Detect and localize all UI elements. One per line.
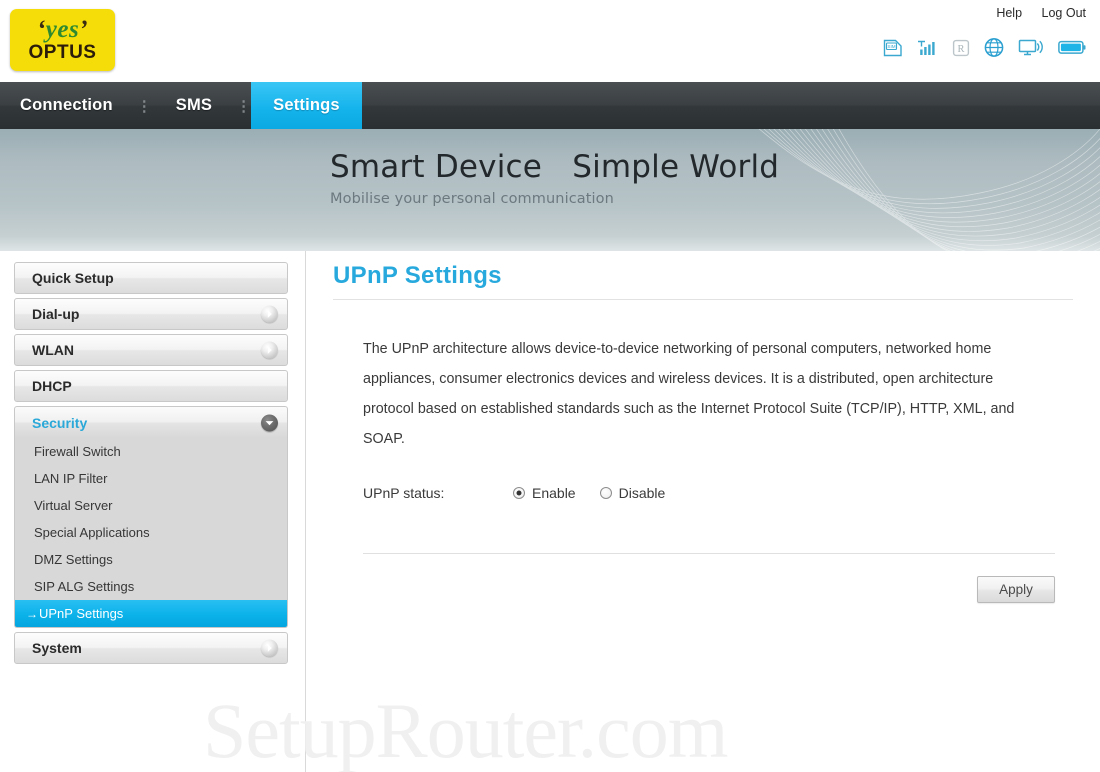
settings-sidebar: Quick Setup Dial-up WLAN DHCP Security F… [14,262,288,668]
banner-title: Smart Device Simple World [330,149,780,185]
radio-enable-input[interactable] [513,487,525,499]
sidebar-item-label: Dial-up [32,306,80,322]
logo-quote-close: ’ [79,16,89,44]
security-submenu: Firewall Switch LAN IP Filter Virtual Se… [14,438,288,628]
main-navigation: Connection ⋮ SMS ⋮ Settings [0,82,1100,129]
globe-internet-icon [983,37,1005,58]
form-divider [363,553,1055,554]
banner-text-block: Smart Device Simple World Mobilise your … [330,149,779,207]
chevron-right-icon [261,305,278,323]
submenu-item-label: Virtual Server [34,498,113,513]
main-panel: UPnP Settings The UPnP architecture allo… [333,262,1073,603]
upnp-description: The UPnP architecture allows device-to-d… [363,341,1015,447]
svg-text:R: R [957,44,964,55]
svg-text:SIM: SIM [887,44,895,49]
chevron-right-icon [261,341,278,359]
apply-button[interactable]: Apply [977,576,1055,603]
logo-quote-open: ‘ [36,16,46,44]
sidebar-divider [305,251,306,772]
submenu-item-label: DMZ Settings [34,552,113,567]
sidebar-item-security[interactable]: Security [14,406,288,438]
sidebar-item-dhcp[interactable]: DHCP [14,370,288,402]
sidebar-item-label: DHCP [32,378,72,394]
chevron-right-icon [261,639,278,657]
nav-separator: ⋮ [136,97,152,115]
nav-separator: ⋮ [236,97,252,115]
sidebar-item-label: Security [32,414,88,431]
sidebar-item-dial-up[interactable]: Dial-up [14,298,288,330]
radio-option-disable[interactable]: Disable [599,485,666,501]
radio-disable-label: Disable [618,485,666,501]
radio-disable-input[interactable] [599,487,612,499]
logo-yes-word: yes [45,16,80,44]
submenu-item-label: LAN IP Filter [34,471,108,486]
nav-item-connection[interactable]: Connection [0,82,137,129]
top-links: Help Log Out [980,6,1086,20]
logout-link[interactable]: Log Out [1042,6,1086,20]
nav-item-settings[interactable]: Settings [251,82,362,129]
optus-logo: ‘yes’ OPTUS [10,9,115,71]
hero-banner: Smart Device Simple World Mobilise your … [0,129,1100,251]
radio-enable-label: Enable [532,485,576,501]
sidebar-item-label: Quick Setup [32,270,114,286]
upnp-status-label: UPnP status: [363,485,445,501]
submenu-item-label: UPnP Settings [39,606,124,621]
sidebar-item-quick-setup[interactable]: Quick Setup [14,262,288,294]
wifi-monitor-icon [1018,38,1045,57]
title-divider [333,299,1073,300]
active-arrow-icon: → [26,606,38,621]
sidebar-item-upnp-settings[interactable]: → UPnP Settings [15,600,287,627]
sidebar-item-dmz-settings[interactable]: DMZ Settings [15,546,287,573]
sidebar-item-firewall-switch[interactable]: Firewall Switch [15,438,287,465]
sidebar-item-sip-alg-settings[interactable]: SIP ALG Settings [15,573,287,600]
chevron-down-icon [261,414,278,431]
action-bar: Apply [333,576,1055,603]
logo-yes-text: ‘yes’ [37,17,88,42]
sidebar-item-wlan[interactable]: WLAN [14,334,288,366]
sidebar-item-virtual-server[interactable]: Virtual Server [15,492,287,519]
page-title: UPnP Settings [333,262,502,289]
battery-icon [1058,39,1086,56]
upnp-status-row: UPnP status: Enable Disable [333,485,1073,501]
sidebar-item-special-applications[interactable]: Special Applications [15,519,287,546]
page-body: Quick Setup Dial-up WLAN DHCP Security F… [0,251,1100,772]
status-icon-tray: SIM R [882,37,1086,58]
top-header: ‘yes’ OPTUS Help Log Out SIM R [0,0,1100,82]
roaming-icon: R [952,39,970,57]
sidebar-item-label: WLAN [32,342,74,358]
submenu-item-label: Firewall Switch [34,444,121,459]
sidebar-item-system[interactable]: System [14,632,288,664]
sidebar-item-lan-ip-filter[interactable]: LAN IP Filter [15,465,287,492]
upnp-status-radio-group: Enable Disable [513,485,665,501]
nav-item-sms[interactable]: SMS [152,82,236,129]
submenu-item-label: SIP ALG Settings [34,579,135,594]
banner-subtitle: Mobilise your personal communication [330,191,614,207]
logo-optus-text: OPTUS [28,42,97,64]
submenu-item-label: Special Applications [34,525,150,540]
router-admin-page: ‘yes’ OPTUS Help Log Out SIM R Connectio… [0,0,1100,772]
sim-card-icon: SIM [882,39,904,57]
sidebar-item-label: System [32,640,82,656]
help-link[interactable]: Help [996,6,1022,20]
radio-option-enable[interactable]: Enable [513,485,576,501]
signal-strength-icon [917,39,939,57]
